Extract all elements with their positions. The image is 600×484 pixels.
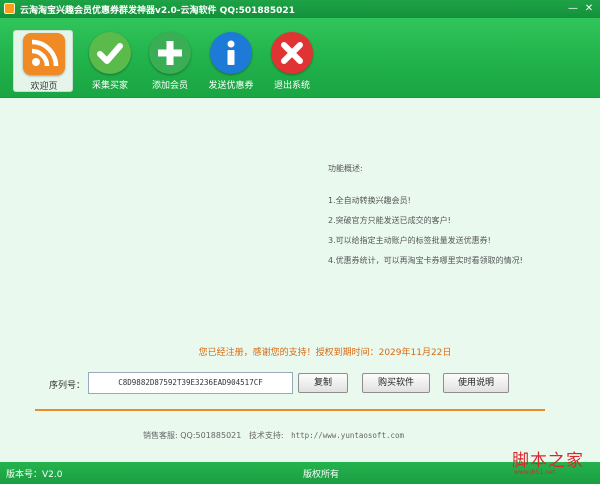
tool-welcome[interactable]: 欢迎页: [13, 30, 73, 92]
tool-label: 退出系统: [273, 81, 310, 91]
support-info: 销售客服: QQ:501885021 技术支持: http://www.yunt…: [143, 430, 409, 441]
feature-item: 4.优惠券统计，可以再淘宝卡券哪里实时看领取的情况!: [328, 256, 523, 265]
tool-collect-buyers[interactable]: 采集买家: [80, 30, 140, 92]
minimize-button[interactable]: —: [566, 2, 580, 15]
tool-send-coupons[interactable]: 发送优惠券: [201, 30, 261, 92]
tool-label: 发送优惠券: [208, 81, 254, 91]
serial-label: 序列号：: [49, 381, 86, 391]
tool-label: 欢迎页: [30, 82, 58, 92]
title-bar: 云淘淘宝兴趣会员优惠券群发神器v2.0-云淘软件 QQ:501885021 — …: [0, 0, 600, 18]
check-icon: [89, 32, 131, 74]
tool-label: 添加会员: [151, 81, 188, 91]
sales-contact: 销售客服: QQ:501885021: [143, 431, 242, 440]
tool-label: 采集买家: [91, 81, 128, 91]
rss-icon: [23, 33, 65, 75]
watermark-url: www.jb51.net: [514, 469, 555, 476]
feature-title: 功能概述:: [328, 164, 363, 173]
buy-software-button[interactable]: 购买软件: [362, 373, 430, 393]
support-url: http://www.yuntaosoft.com: [291, 431, 405, 440]
window-title: 云淘淘宝兴趣会员优惠券群发神器v2.0-云淘软件 QQ:501885021: [20, 6, 295, 16]
tool-exit[interactable]: 退出系统: [262, 30, 322, 92]
info-icon: [210, 32, 252, 74]
feature-item: 1.全自动转换兴趣会员!: [328, 196, 411, 205]
feature-item: 2.突破官方只能发送已成交的客户!: [328, 216, 451, 225]
close-window-button[interactable]: ✕: [582, 2, 596, 15]
feature-item: 3.可以给指定主动账户的标签批量发送优惠券!: [328, 236, 491, 245]
app-icon: [4, 3, 15, 14]
version-label: 版本号：V2.0: [6, 470, 63, 480]
plus-icon: [149, 32, 191, 74]
toolbar: 欢迎页 采集买家 添加会员 发送优惠券 退出系统: [0, 18, 600, 98]
tech-support-label: 技术支持:: [248, 431, 284, 440]
watermark-site-name: 脚本之家: [512, 451, 584, 471]
copy-button[interactable]: 复制: [298, 373, 348, 393]
serial-number-field[interactable]: C8D9882D87592T39E3236EAD904517CF: [88, 372, 293, 394]
registration-notice: 您已经注册，感谢您的支持！授权到期时间：2029年11月22日: [198, 348, 452, 358]
usage-guide-button[interactable]: 使用说明: [443, 373, 509, 393]
status-bar: 版本号：V2.0 版权所有: [0, 462, 600, 484]
close-icon: [271, 32, 313, 74]
divider: [35, 409, 545, 411]
tool-add-member[interactable]: 添加会员: [140, 30, 200, 92]
copyright-label: 版权所有: [303, 470, 340, 480]
